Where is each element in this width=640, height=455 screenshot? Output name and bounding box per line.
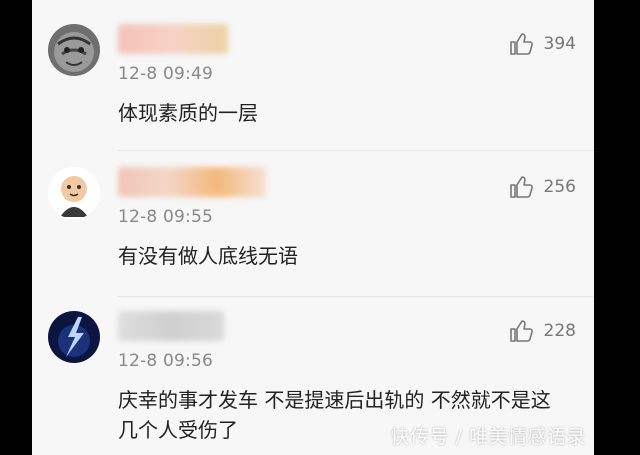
blurred-username	[118, 167, 266, 197]
cartoon-avatar-icon	[48, 167, 100, 219]
thumbs-up-icon	[509, 33, 533, 55]
thumbs-up-icon	[509, 176, 533, 198]
like-button[interactable]: 256	[508, 173, 576, 201]
comment-list: 394 12-8 09:49 体现素质的一层 256 12-8 09:55 有没…	[32, 0, 594, 455]
blurred-username	[118, 311, 224, 341]
blurred-username	[118, 24, 228, 54]
like-count: 228	[543, 321, 576, 341]
like-button[interactable]: 228	[508, 317, 576, 345]
thumbs-up-icon	[509, 320, 533, 342]
comment-time: 12-8 09:56	[118, 351, 213, 371]
comment-text: 有没有做人底线无语	[118, 244, 298, 268]
watermark: 快传号 / 唯美情感语录	[390, 426, 586, 448]
avatar[interactable]	[48, 24, 100, 76]
lightning-avatar-icon	[48, 311, 100, 363]
like-button[interactable]: 394	[508, 30, 576, 58]
comment-item: 256 12-8 09:55 有没有做人底线无语	[32, 143, 594, 286]
tiger-avatar-icon	[48, 24, 100, 76]
comment-time: 12-8 09:55	[118, 207, 213, 227]
comment-time: 12-8 09:49	[118, 64, 213, 84]
comment-item: 394 12-8 09:49 体现素质的一层	[32, 0, 594, 143]
avatar[interactable]	[48, 167, 100, 219]
like-count: 256	[543, 177, 576, 197]
like-count: 394	[543, 34, 576, 54]
comment-text: 体现素质的一层	[118, 101, 258, 125]
avatar[interactable]	[48, 311, 100, 363]
